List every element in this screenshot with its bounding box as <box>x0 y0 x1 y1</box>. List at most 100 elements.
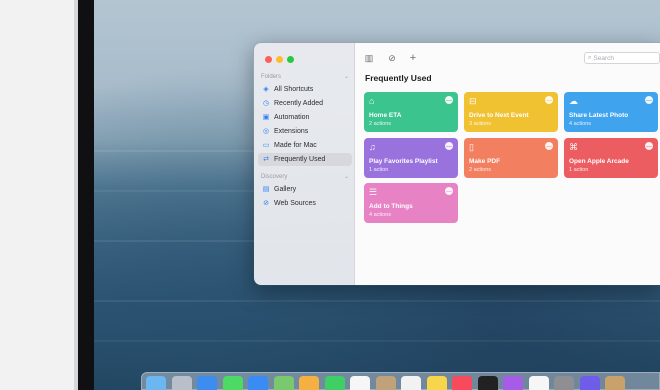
shortcut-card-play-favorites-playlist[interactable]: ♫ … Play Favorites Playlist 1 action <box>364 138 458 178</box>
sidebar-toggle-icon[interactable]: ▥ <box>363 52 375 64</box>
sidebar-item-frequently-used[interactable]: ⇄ Frequently Used <box>258 153 352 166</box>
frequent-icon: ⇄ <box>263 155 269 163</box>
shortcut-action-count: 2 actions <box>369 121 392 127</box>
sidebar-item-label: Automation <box>274 114 310 121</box>
main-content: ▥ ⊘ + ⌕ Search Frequently Used ⌂ … Home … <box>355 43 660 285</box>
launchpad-icon[interactable] <box>171 376 192 390</box>
shortcut-action-count: 2 actions <box>469 167 492 173</box>
more-options-icon[interactable]: … <box>545 96 553 104</box>
shortcut-action-count: 3 actions <box>469 121 492 127</box>
preview-icon[interactable] <box>605 376 625 390</box>
sidebar-item-label: Extensions <box>274 128 309 135</box>
shortcut-card-add-to-things[interactable]: ☰ … Add to Things 4 actions <box>364 183 458 223</box>
sidebar-item-label: All Shortcuts <box>274 86 314 93</box>
more-options-icon[interactable]: … <box>445 187 453 195</box>
sidebar-item-label: Web Sources <box>274 200 316 207</box>
calendar-icon[interactable] <box>350 376 370 390</box>
extensions-icon: ◎ <box>262 127 270 135</box>
more-options-icon[interactable]: … <box>645 96 653 104</box>
messages-icon[interactable] <box>222 376 243 390</box>
safari-icon[interactable] <box>197 376 217 390</box>
shortcut-name: Open Apple Arcade <box>569 158 629 165</box>
more-options-icon[interactable]: … <box>445 96 453 104</box>
house-icon: ⌂ <box>369 96 375 106</box>
close-window-button[interactable] <box>265 56 272 63</box>
more-options-icon[interactable]: … <box>545 142 553 150</box>
sidebar-item-made-for-mac[interactable]: ▭ Made for Mac <box>258 139 352 152</box>
chevron-down-icon[interactable]: ⌄ <box>344 73 349 80</box>
music-icon[interactable] <box>452 376 472 390</box>
shortcut-action-count: 4 actions <box>369 212 392 218</box>
finder-icon[interactable] <box>146 376 166 390</box>
sidebar-item-recently-added[interactable]: ◷ Recently Added <box>258 97 352 110</box>
music-sparkle-icon: ♫ <box>369 142 376 152</box>
car-icon: ⊟ <box>469 96 477 106</box>
discovery-header-label: Discovery <box>261 173 288 180</box>
photos-icon[interactable] <box>299 376 319 390</box>
wallpaper-wave <box>94 300 660 302</box>
wallpaper-wave <box>94 340 660 342</box>
shortcut-name: Drive to Next Event <box>469 112 529 119</box>
shortcuts-window: Folders ⌄ ◈ All Shortcuts ◷ Recently Add… <box>253 42 660 286</box>
more-options-icon[interactable]: … <box>645 142 653 150</box>
automation-icon: ▣ <box>262 113 270 121</box>
shortcut-card-home-eta[interactable]: ⌂ … Home ETA 2 actions <box>364 92 458 132</box>
sidebar-item-all-shortcuts[interactable]: ◈ All Shortcuts <box>258 83 352 96</box>
compass-icon: ⊘ <box>263 199 269 207</box>
minimize-window-button[interactable] <box>276 56 283 63</box>
zoom-window-button[interactable] <box>287 56 294 63</box>
facetime-icon[interactable] <box>324 376 345 390</box>
checkmark-circle-icon[interactable]: ⊘ <box>386 52 398 64</box>
shortcut-card-open-apple-arcade[interactable]: ⌘ … Open Apple Arcade 1 action <box>564 138 658 178</box>
search-placeholder: Search <box>593 54 614 62</box>
shortcut-name: Home ETA <box>369 112 402 119</box>
shortcut-card-drive-to-next-event[interactable]: ⊟ … Drive to Next Event 3 actions <box>464 92 558 132</box>
search-input[interactable]: ⌕ Search <box>584 52 660 64</box>
sidebar-item-extensions[interactable]: ◎ Extensions <box>258 125 352 138</box>
contacts-icon[interactable] <box>375 376 396 390</box>
shortcut-name: Add to Things <box>369 203 413 210</box>
shortcut-name: Share Latest Photo <box>569 112 629 119</box>
clock-icon: ◷ <box>262 99 270 107</box>
window-controls <box>265 56 294 63</box>
cloud-upload-icon: ☁ <box>569 96 578 106</box>
discovery-header[interactable]: Discovery ⌄ <box>261 173 349 181</box>
page-title: Frequently Used <box>365 73 432 83</box>
folders-header[interactable]: Folders ⌄ <box>261 73 349 81</box>
plus-icon[interactable]: + <box>407 52 419 64</box>
sidebar-item-label: Frequently Used <box>274 156 326 163</box>
tv-icon[interactable] <box>477 376 498 390</box>
sidebar-item-gallery[interactable]: ▤ Gallery <box>258 183 352 196</box>
shortcut-action-count: 1 action <box>369 167 389 173</box>
shortcuts-icon[interactable] <box>579 376 600 390</box>
search-icon: ⌕ <box>588 54 592 61</box>
news-icon[interactable] <box>528 376 549 390</box>
podcasts-icon[interactable] <box>503 376 523 390</box>
sidebar-item-label: Recently Added <box>274 100 324 107</box>
document-icon: ▯ <box>469 142 474 152</box>
sidebar-item-automation[interactable]: ▣ Automation <box>258 111 352 124</box>
more-options-icon[interactable]: … <box>445 142 453 150</box>
sidebar-item-label: Made for Mac <box>274 142 317 149</box>
gallery-icon: ▤ <box>262 185 270 193</box>
shortcut-name: Play Favorites Playlist <box>369 158 438 165</box>
sidebar-item-label: Gallery <box>274 186 297 193</box>
laptop-icon: ▭ <box>262 141 270 149</box>
settings-icon[interactable] <box>554 376 574 390</box>
maps-icon[interactable] <box>273 376 294 390</box>
shortcut-name: Make PDF <box>469 158 501 165</box>
mail-icon[interactable] <box>248 376 268 390</box>
chevron-down-icon[interactable]: ⌄ <box>344 173 349 180</box>
shortcut-action-count: 4 actions <box>569 121 592 127</box>
gamepad-icon: ⌘ <box>569 142 578 152</box>
reminders-icon[interactable] <box>401 376 421 390</box>
notes-icon[interactable] <box>426 376 447 390</box>
stack-icon: ◈ <box>263 85 269 93</box>
folders-header-label: Folders <box>261 73 282 80</box>
list-icon: ☰ <box>369 187 378 197</box>
shortcut-card-make-pdf[interactable]: ▯ … Make PDF 2 actions <box>464 138 558 178</box>
shortcut-card-share-latest-photo[interactable]: ☁ … Share Latest Photo 4 actions <box>564 92 658 132</box>
sidebar-item-web-sources[interactable]: ⊘ Web Sources <box>258 197 352 210</box>
shortcut-action-count: 1 action <box>569 167 589 173</box>
display-bezel <box>78 0 94 390</box>
